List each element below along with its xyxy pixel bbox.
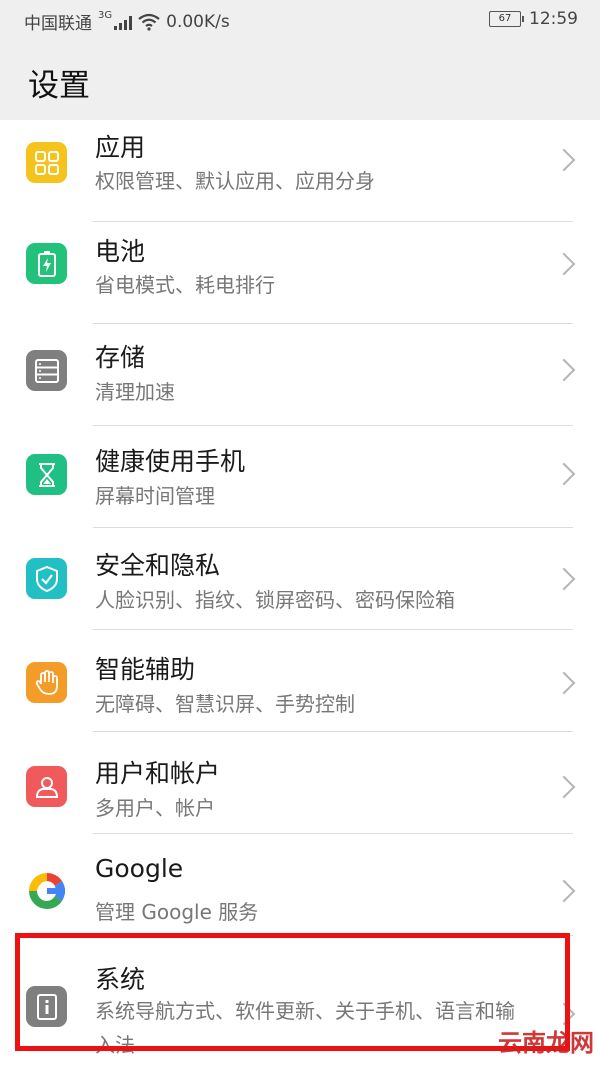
carrier-label: 中国联通 xyxy=(24,14,92,34)
settings-list: 应用 权限管理、默认应用、应用分身 电池 省电模式、耗电排行 存储 清理加速 健… xyxy=(0,120,600,1057)
settings-item-digital-balance[interactable]: 健康使用手机 屏幕时间管理 xyxy=(0,426,600,528)
item-subtitle: 清理加速 xyxy=(95,380,175,404)
chevron-right-icon xyxy=(552,775,576,799)
item-title: 应用 xyxy=(95,133,146,162)
clock: 12:59 xyxy=(529,9,578,29)
settings-item-battery[interactable]: 电池 省电模式、耗电排行 xyxy=(0,222,600,324)
page-header: 设置 xyxy=(0,40,600,120)
storage-icon xyxy=(26,350,67,391)
item-subtitle: 多用户、帐户 xyxy=(95,796,215,820)
item-subtitle: 权限管理、默认应用、应用分身 xyxy=(95,169,375,193)
item-title: Google xyxy=(95,854,184,883)
status-bar: 中国联通 3G 0.00K/s 67 12:59 xyxy=(0,0,600,40)
chevron-right-icon xyxy=(552,148,576,172)
settings-item-users-accounts[interactable]: 用户和帐户 多用户、帐户 xyxy=(0,732,600,834)
chevron-right-icon xyxy=(552,358,576,382)
item-title: 存储 xyxy=(95,343,146,372)
highlight-box xyxy=(15,933,570,1051)
chevron-right-icon xyxy=(552,567,576,591)
chevron-right-icon xyxy=(552,671,576,695)
item-title: 健康使用手机 xyxy=(95,447,246,476)
settings-item-google[interactable]: Google 管理 Google 服务 xyxy=(0,834,600,936)
user-icon xyxy=(26,766,67,807)
item-subtitle: 屏幕时间管理 xyxy=(95,484,215,508)
google-icon xyxy=(26,870,67,911)
page-title: 设置 xyxy=(28,68,90,104)
item-title: 电池 xyxy=(95,237,146,266)
battery-icon xyxy=(26,243,67,284)
hourglass-icon xyxy=(26,454,67,495)
battery-level: 67 xyxy=(498,13,512,24)
hand-icon xyxy=(26,662,67,703)
chevron-right-icon xyxy=(552,252,576,276)
wifi-icon xyxy=(138,13,160,31)
watermark: 云南龙网 xyxy=(498,1029,594,1057)
battery-icon: 67 xyxy=(489,11,524,27)
settings-item-security[interactable]: 安全和隐私 人脸识别、指纹、锁屏密码、密码保险箱 xyxy=(0,528,600,630)
network-type: 3G xyxy=(98,10,113,21)
item-subtitle: 管理 Google 服务 xyxy=(95,900,259,924)
shield-icon xyxy=(26,558,67,599)
item-title: 用户和帐户 xyxy=(95,759,221,788)
settings-item-smart-assistance[interactable]: 智能辅助 无障碍、智慧识屏、手势控制 xyxy=(0,630,600,732)
settings-item-apps[interactable]: 应用 权限管理、默认应用、应用分身 xyxy=(0,120,600,222)
item-title: 安全和隐私 xyxy=(95,551,221,580)
item-subtitle: 人脸识别、指纹、锁屏密码、密码保险箱 xyxy=(95,588,455,612)
chevron-right-icon xyxy=(552,462,576,486)
signal-icon xyxy=(114,14,133,30)
network-speed: 0.00K/s xyxy=(166,11,230,32)
settings-item-storage[interactable]: 存储 清理加速 xyxy=(0,324,600,426)
chevron-right-icon xyxy=(552,879,576,903)
item-title: 智能辅助 xyxy=(95,655,196,684)
item-subtitle: 省电模式、耗电排行 xyxy=(95,273,275,297)
apps-grid-icon xyxy=(26,142,67,183)
item-subtitle: 无障碍、智慧识屏、手势控制 xyxy=(95,692,355,716)
